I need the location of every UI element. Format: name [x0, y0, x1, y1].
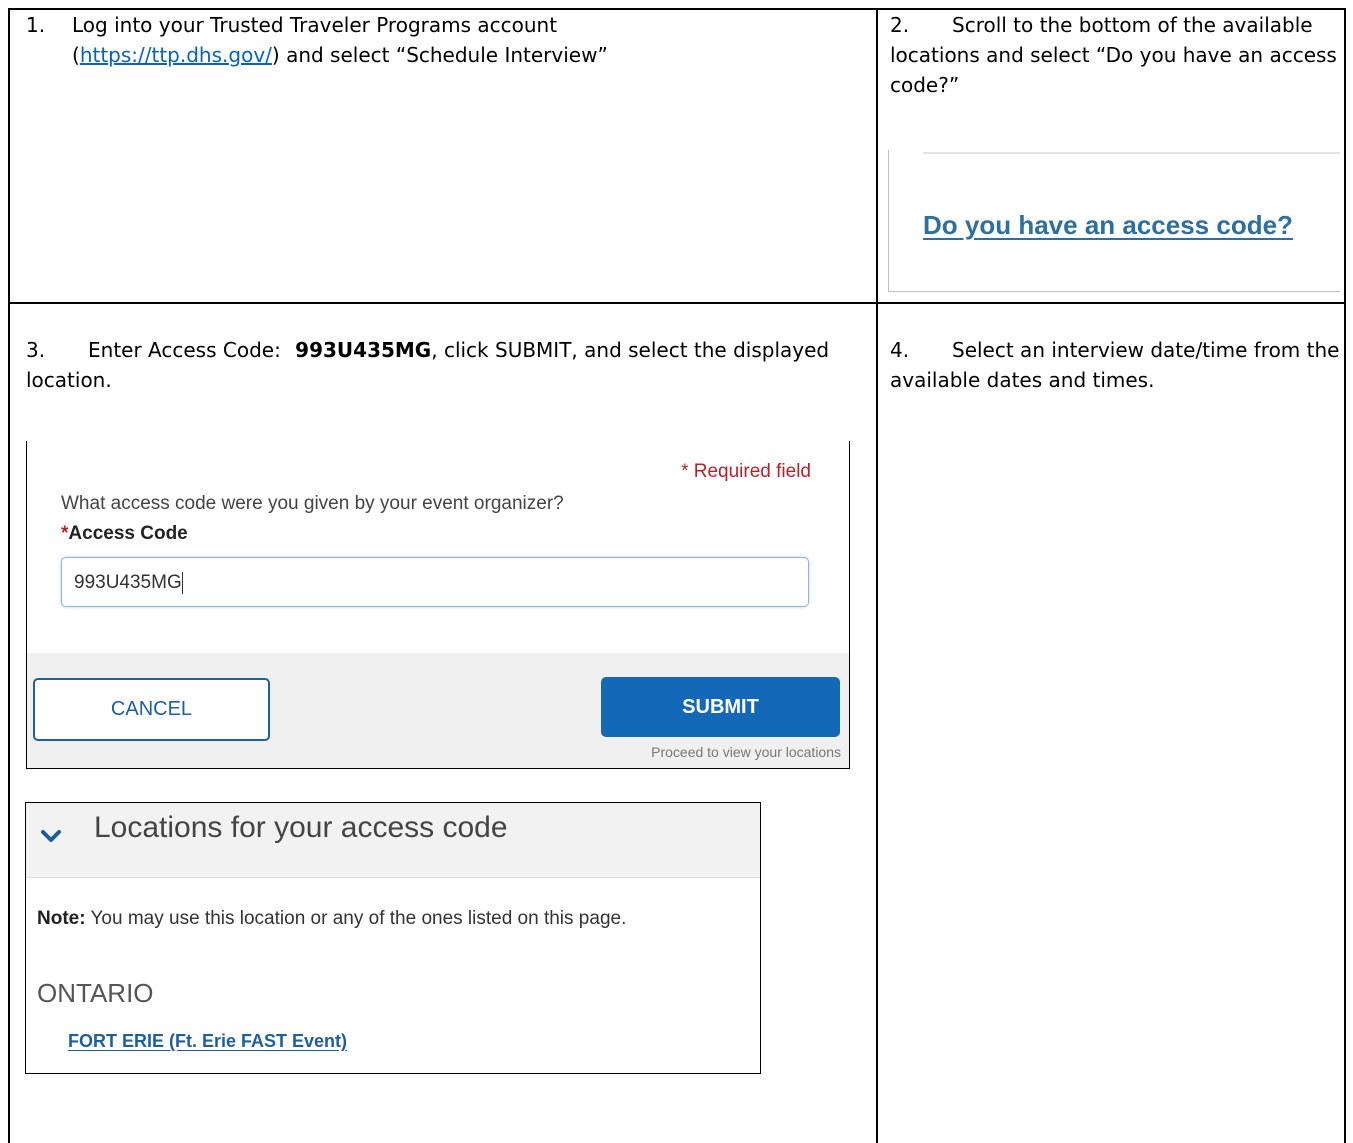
cancel-button[interactable]: CANCEL [33, 678, 270, 741]
note-text: You may use this location or any of the … [85, 908, 627, 929]
step-3-cell: 3. Enter Access Code: 993U435MG, click SU… [26, 335, 866, 395]
note-label: Note: [37, 908, 86, 929]
submit-hint: Proceed to view your locations [651, 744, 841, 760]
locations-header[interactable]: Locations for your access code [26, 803, 760, 878]
step-1-cell: 1. Log into your Trusted Traveler Progra… [26, 10, 866, 70]
table-border-left [8, 8, 10, 1143]
locations-title: Locations for your access code [94, 811, 508, 844]
submit-button[interactable]: SUBMIT [601, 677, 840, 737]
step-2-cell: 2. Scroll to the bottom of the available … [890, 10, 1340, 100]
access-code-value: 993U435MG [295, 338, 432, 362]
locations-note: Note: You may use this location or any o… [37, 908, 626, 930]
access-code-link[interactable]: Do you have an access code? [923, 210, 1293, 241]
state-heading: ONTARIO [37, 978, 154, 1008]
step-4-cell: 4. Select an interview date/time from the… [890, 335, 1340, 395]
step-2-text: Scroll to the bottom of the available lo… [890, 13, 1337, 97]
access-code-form-screenshot: * Required field What access code were y… [26, 441, 850, 769]
location-link[interactable]: FORT ERIE (Ft. Erie FAST Event) [68, 1031, 347, 1052]
access-code-link-screenshot: Do you have an access code? [888, 150, 1340, 292]
step-3-text: Enter Access Code: [88, 338, 281, 362]
access-code-question: What access code were you given by your … [61, 493, 564, 514]
step-1-text-end: ) and select “Schedule Interview” [271, 43, 608, 67]
table-border-right [1344, 8, 1346, 1143]
step-4-number: 4. [890, 338, 910, 362]
step-3-number: 3. [26, 338, 46, 362]
text-cursor [181, 571, 183, 594]
step-1-number: 1. [26, 13, 46, 37]
access-code-input[interactable]: 993U435MG [61, 557, 809, 607]
access-code-input-value: 993U435MG [74, 572, 182, 593]
chevron-down-icon [41, 830, 61, 842]
access-code-label-text: Access Code [68, 523, 188, 544]
step-2-number: 2. [890, 13, 910, 37]
table-row-divider [8, 302, 1346, 304]
required-field-note: * Required field [681, 461, 811, 482]
divider-line [923, 152, 1340, 154]
step-4-text: Select an interview date/time from the a… [890, 338, 1340, 392]
ttp-link[interactable]: https://ttp.dhs.gov/ [80, 43, 272, 67]
table-border-middle [876, 8, 878, 1143]
locations-screenshot: Locations for your access code Note: You… [25, 802, 761, 1074]
step-1-text: Log into your Trusted Traveler Programs … [72, 13, 558, 37]
access-code-label: *Access Code [61, 523, 188, 545]
